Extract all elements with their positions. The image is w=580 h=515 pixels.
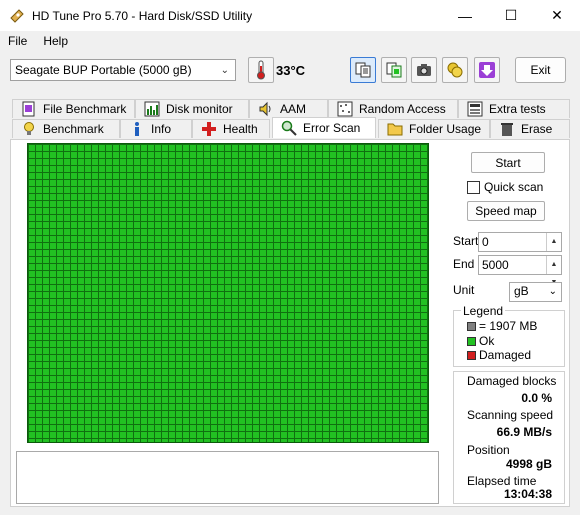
speed-map-button[interactable]: Speed map <box>467 201 545 221</box>
legend-label: Damaged <box>479 348 532 362</box>
drive-select-value: Seagate BUP Portable (5000 gB) <box>15 63 192 77</box>
legend-item-ok: Ok <box>467 334 494 348</box>
tab-label: Folder Usage <box>409 122 482 136</box>
app-icon <box>10 8 24 23</box>
chevron-down-icon: ⌄ <box>548 286 557 297</box>
legend-item-damaged: Damaged <box>467 348 531 362</box>
exit-button[interactable]: Exit <box>515 57 566 83</box>
menu-help[interactable]: Help <box>35 34 76 48</box>
magnifier-icon <box>281 120 297 136</box>
green-swatch <box>467 336 476 346</box>
spin-up-icon[interactable]: ▲ <box>547 256 561 274</box>
menu-file[interactable]: File <box>0 34 35 48</box>
legend-label: = 1907 MB <box>479 319 538 333</box>
scanning-speed-value: 66.9 MB/s <box>496 425 552 439</box>
minimize-button[interactable]: — <box>442 0 488 31</box>
end-label: End <box>453 257 475 271</box>
block-map-grid <box>27 143 429 443</box>
start-label: Start <box>453 234 479 248</box>
tab-disk-monitor[interactable]: Disk monitor <box>135 99 249 118</box>
tab-label: Benchmark <box>43 122 104 136</box>
unit-label: Unit <box>453 283 475 297</box>
screenshot-button[interactable] <box>411 57 437 83</box>
tab-label: AAM <box>280 102 307 116</box>
options-button[interactable] <box>442 57 468 83</box>
tab-label: Erase <box>521 122 553 136</box>
info-icon <box>135 122 139 136</box>
scan-log-box[interactable] <box>16 451 439 504</box>
scanning-speed-label: Scanning speed <box>467 408 554 422</box>
download-button[interactable] <box>474 57 500 83</box>
disk-monitor-icon <box>144 101 160 117</box>
tab-label: Health <box>223 122 258 136</box>
position-label: Position <box>467 443 510 457</box>
legend-item-block-size: = 1907 MB <box>467 319 537 333</box>
folder-icon <box>387 123 403 136</box>
tab-label: File Benchmark <box>43 102 127 116</box>
quick-scan-checkbox[interactable] <box>467 180 480 194</box>
trash-icon <box>501 123 513 136</box>
tab-label: Info <box>151 122 172 136</box>
maximize-button[interactable]: ☐ <box>488 0 534 31</box>
camera-icon <box>417 64 431 76</box>
title-bar: HD Tune Pro 5.70 - Hard Disk/SSD Utility… <box>0 0 580 31</box>
quick-scan-label: Quick scan <box>484 180 544 194</box>
tab-aam[interactable]: AAM <box>249 99 328 118</box>
damaged-blocks-value: 0.0 % <box>521 391 552 405</box>
legend-title: Legend <box>461 304 506 318</box>
random-access-icon <box>337 101 353 117</box>
file-benchmark-icon <box>22 101 35 117</box>
toolbar: Seagate BUP Portable (5000 gB) ⌄ 33°C Ex… <box>0 51 580 91</box>
tab-label: Disk monitor <box>166 102 233 116</box>
tab-info[interactable]: Info <box>120 119 192 138</box>
copy-info-button[interactable] <box>350 57 376 83</box>
quick-scan-row[interactable]: Quick scan <box>467 180 543 194</box>
temperature-button[interactable] <box>248 57 274 83</box>
tab-label: Random Access <box>359 102 446 116</box>
copy-green-icon <box>386 62 402 78</box>
start-value: 0 <box>482 235 489 249</box>
tab-erase[interactable]: Erase <box>490 119 570 138</box>
temperature-readout: 33°C <box>276 63 306 78</box>
tab-random-access[interactable]: Random Access <box>328 99 458 118</box>
copy-all-button[interactable] <box>381 57 407 83</box>
damaged-blocks-label: Damaged blocks <box>467 374 557 388</box>
tab-error-scan[interactable]: Error Scan <box>272 117 376 138</box>
spin-up-icon[interactable]: ▲ <box>547 233 561 251</box>
tab-label: Error Scan <box>303 121 361 135</box>
tab-extra-tests[interactable]: Extra tests <box>458 99 570 118</box>
unit-select[interactable]: gB ⌄ <box>509 282 562 302</box>
speaker-icon <box>259 101 271 117</box>
extra-tests-icon <box>467 101 483 117</box>
legend-label: Ok <box>479 334 495 348</box>
tab-health[interactable]: Health <box>192 119 270 138</box>
end-spinner[interactable]: ▲ ▼ <box>546 256 561 286</box>
close-button[interactable]: ✕ <box>534 0 580 31</box>
drive-select[interactable]: Seagate BUP Portable (5000 gB) ⌄ <box>10 59 236 81</box>
benchmark-icon <box>24 122 34 135</box>
thermometer-icon <box>257 60 265 80</box>
elapsed-time-label: Elapsed time <box>467 474 537 488</box>
menu-bar: File Help <box>0 31 580 51</box>
start-input[interactable]: 0 ▲ ▼ <box>478 232 562 263</box>
end-input[interactable]: 5000 ▲ ▼ <box>478 255 562 286</box>
download-arrow-icon <box>479 62 495 78</box>
position-value: 4998 gB <box>505 457 552 471</box>
start-spinner[interactable]: ▲ ▼ <box>546 233 561 263</box>
chevron-down-icon: ⌄ <box>220 65 229 76</box>
tab-file-benchmark[interactable]: File Benchmark <box>12 99 135 118</box>
copy-text-icon <box>355 62 371 78</box>
tab-label: Extra tests <box>489 102 546 116</box>
elapsed-time-value: 13:04:38 <box>503 487 552 501</box>
tab-folder-usage[interactable]: Folder Usage <box>378 119 490 138</box>
unit-value: gB <box>514 284 529 298</box>
gray-swatch <box>467 321 476 331</box>
window-title: HD Tune Pro 5.70 - Hard Disk/SSD Utility <box>32 8 253 23</box>
tab-benchmark[interactable]: Benchmark <box>12 119 120 138</box>
health-icon <box>202 122 216 136</box>
red-swatch <box>467 350 476 360</box>
coins-icon <box>447 62 463 78</box>
start-scan-button[interactable]: Start <box>471 152 545 173</box>
end-value: 5000 <box>482 258 509 272</box>
